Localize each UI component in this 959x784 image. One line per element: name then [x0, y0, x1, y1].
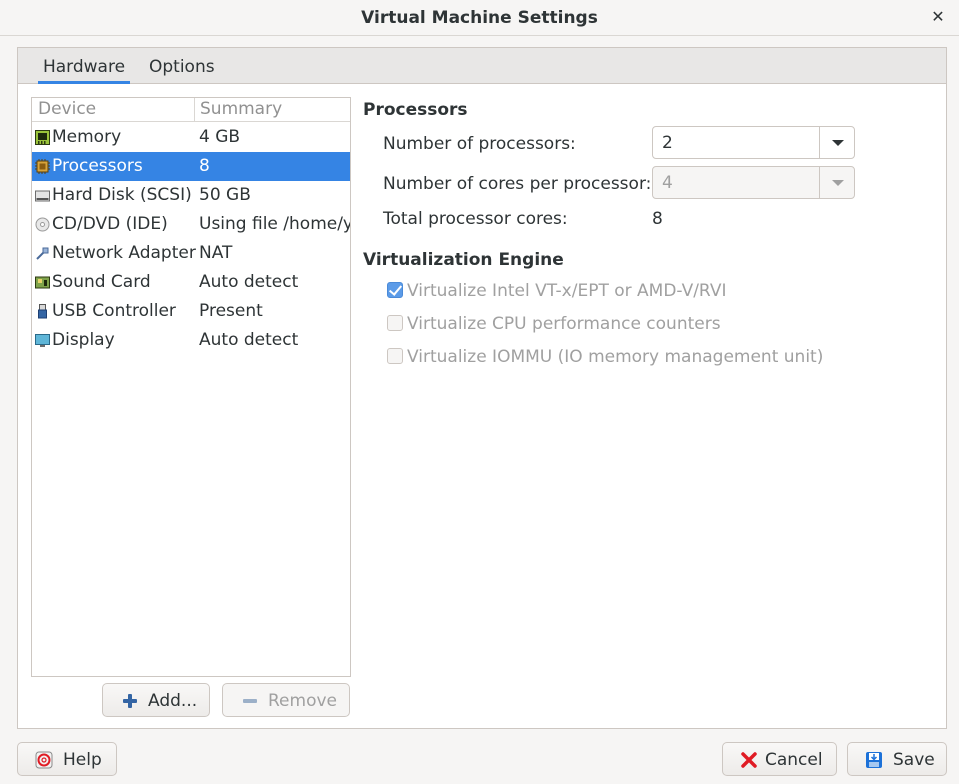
help-icon [35, 751, 53, 769]
virtualization-section-title: Virtualization Engine [363, 250, 564, 270]
display-icon [35, 334, 50, 347]
save-button[interactable]: Save [847, 742, 947, 776]
remove-device-button[interactable]: Remove [222, 683, 350, 717]
plus-icon [123, 694, 137, 708]
device-name: Network Adapter [52, 243, 196, 263]
cancel-button[interactable]: Cancel [722, 742, 837, 776]
device-row-sound-card[interactable]: Sound Card Auto detect [32, 268, 350, 297]
device-summary: Present [199, 301, 263, 321]
device-name: Memory [52, 127, 122, 147]
device-name: Processors [52, 156, 143, 176]
hard-disk-icon [35, 190, 50, 202]
help-button[interactable]: Help [17, 742, 117, 776]
cores-per-processor-label: Number of cores per processor: [383, 174, 652, 194]
title-bar: Virtual Machine Settings ✕ [0, 0, 959, 36]
cancel-button-label: Cancel [765, 750, 823, 770]
num-processors-value: 2 [662, 133, 673, 153]
iommu-checkbox-label: Virtualize IOMMU (IO memory management u… [407, 347, 824, 367]
device-list-header: Device Summary [32, 98, 350, 122]
device-name: USB Controller [52, 301, 176, 321]
minus-icon [243, 699, 257, 703]
tab-hardware[interactable]: Hardware [38, 48, 130, 84]
device-name: Sound Card [52, 272, 151, 292]
memory-icon [35, 130, 50, 145]
device-summary: Auto detect [199, 330, 299, 350]
save-button-label: Save [893, 750, 935, 770]
column-header-device[interactable]: Device [38, 99, 96, 119]
device-summary: Using file /home/yi [199, 214, 350, 234]
column-separator [194, 98, 195, 122]
iommu-checkbox[interactable] [387, 348, 403, 364]
device-row-network-adapter[interactable]: Network Adapter NAT [32, 239, 350, 268]
num-processors-label: Number of processors: [383, 134, 576, 154]
tab-options[interactable]: Options [149, 48, 215, 84]
cores-per-processor-value: 4 [662, 173, 673, 193]
cores-per-processor-select[interactable]: 4 [652, 166, 855, 199]
window-title: Virtual Machine Settings [361, 8, 598, 28]
device-name: CD/DVD (IDE) [52, 214, 168, 234]
device-row-processors[interactable]: Processors 8 [32, 152, 350, 181]
total-cores-label: Total processor cores: [383, 209, 568, 229]
device-summary: NAT [199, 243, 233, 263]
hardware-panel: Device Summary Memory 4 GB Processors 8 [17, 84, 947, 729]
device-list[interactable]: Device Summary Memory 4 GB Processors 8 [31, 97, 351, 677]
cpu-counters-checkbox[interactable] [387, 315, 403, 331]
device-row-hard-disk[interactable]: Hard Disk (SCSI) 50 GB [32, 181, 350, 210]
processor-icon [35, 159, 50, 174]
help-button-label: Help [63, 750, 102, 770]
add-button-label: Add... [148, 691, 198, 711]
device-row-display[interactable]: Display Auto detect [32, 326, 350, 355]
network-adapter-icon [36, 247, 49, 260]
device-row-memory[interactable]: Memory 4 GB [32, 123, 350, 152]
remove-button-label: Remove [268, 691, 337, 711]
vtx-checkbox[interactable] [387, 282, 403, 298]
device-summary: 4 GB [199, 127, 241, 147]
device-name: Display [52, 330, 115, 350]
device-summary: 50 GB [199, 185, 251, 205]
close-icon[interactable]: ✕ [927, 6, 949, 28]
tab-bar: Hardware Options [17, 47, 947, 84]
device-row-usb-controller[interactable]: USB Controller Present [32, 297, 350, 326]
save-icon [866, 752, 882, 768]
vtx-checkbox-label: Virtualize Intel VT-x/EPT or AMD-V/RVI [407, 281, 727, 301]
add-device-button[interactable]: Add... [102, 683, 210, 717]
num-processors-select[interactable]: 2 [652, 126, 855, 159]
usb-controller-icon [38, 304, 47, 319]
total-cores-value: 8 [652, 209, 663, 229]
cpu-counters-checkbox-label: Virtualize CPU performance counters [407, 314, 721, 334]
cancel-x-icon [741, 752, 757, 768]
device-summary: 8 [199, 156, 210, 176]
chevron-down-icon[interactable] [819, 167, 854, 198]
sound-card-icon [35, 276, 50, 289]
device-summary: Auto detect [199, 272, 299, 292]
device-name: Hard Disk (SCSI) [52, 185, 192, 205]
cd-dvd-icon [35, 217, 50, 232]
device-row-cd-dvd[interactable]: CD/DVD (IDE) Using file /home/yi [32, 210, 350, 239]
processors-section-title: Processors [363, 100, 468, 120]
chevron-down-icon[interactable] [819, 127, 854, 158]
column-header-summary[interactable]: Summary [200, 99, 282, 119]
